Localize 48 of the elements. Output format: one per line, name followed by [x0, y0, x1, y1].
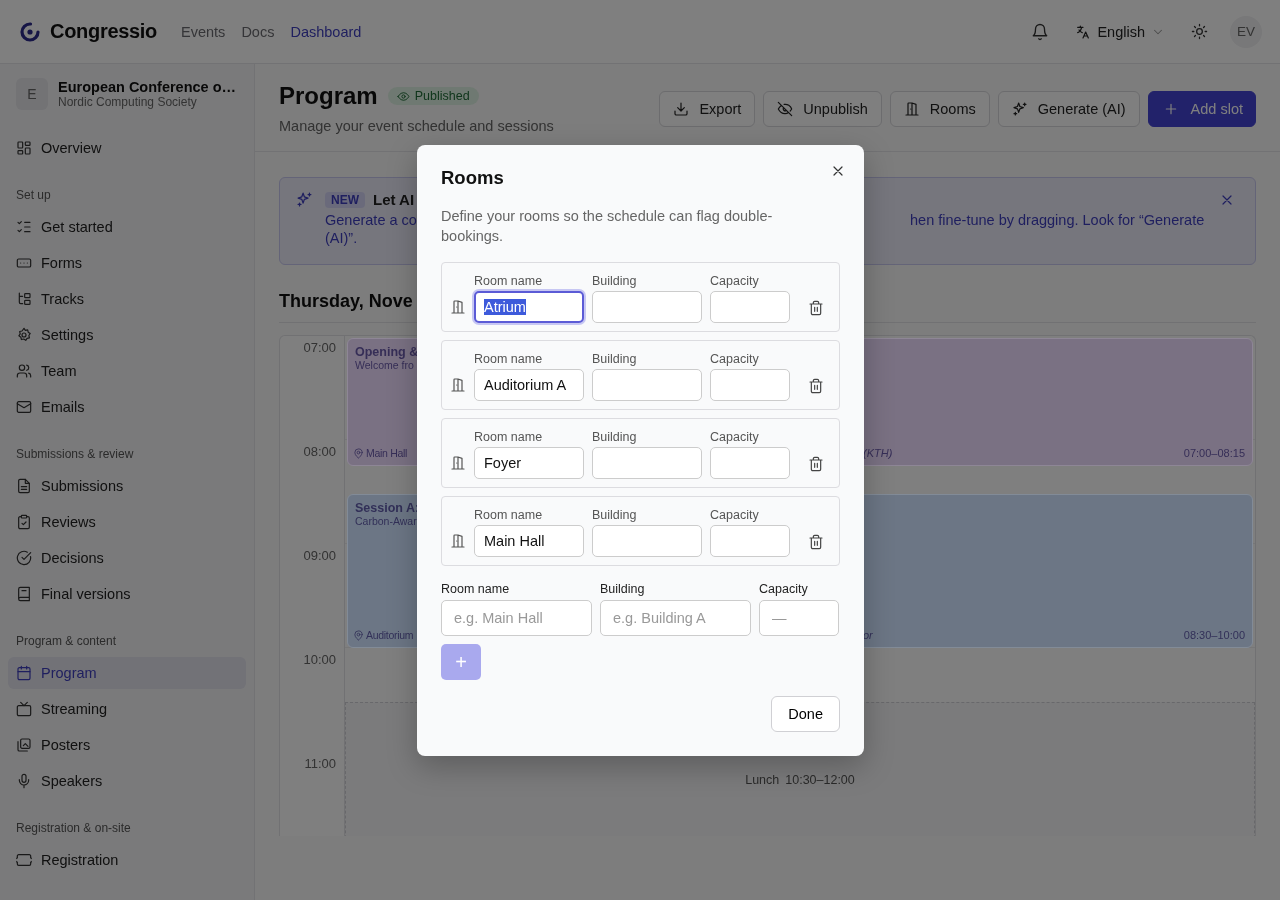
field-label: Room name [441, 582, 511, 596]
field-label: Capacity [710, 430, 760, 444]
field-label: Capacity [759, 582, 809, 596]
session-location: Main Hall [353, 447, 408, 459]
dialog-title: Rooms [441, 167, 505, 189]
field-label: Building [600, 582, 646, 596]
time-label: 11:00 [304, 756, 336, 771]
field-label: Room name [474, 508, 544, 522]
section-heading: Registration & on-site [15, 821, 132, 835]
section-heading: Submissions & review [15, 447, 135, 461]
new-badge: NEW [325, 191, 365, 208]
field-label: Capacity [710, 352, 760, 366]
break-time: 10:30–12:00 [785, 773, 855, 787]
org-avatar: E [16, 78, 48, 110]
status-badge: Published [387, 87, 479, 105]
banner-text: Generate a co [325, 212, 417, 228]
banner-text: hen fine-tune by dragging. Look for “Generate [910, 212, 1206, 228]
time-label: 08:00 [303, 444, 336, 459]
time-label: 07:00 [303, 340, 336, 355]
field-label: Building [592, 352, 638, 366]
field-label: Capacity [710, 274, 760, 288]
field-label: Building [592, 430, 638, 444]
field-label: Room name [474, 352, 544, 366]
field-label: Building [592, 274, 638, 288]
field-label: Room name [474, 430, 544, 444]
field-label: Capacity [710, 508, 760, 522]
session-title: Opening & [355, 345, 419, 359]
section-heading: Set up [15, 188, 52, 202]
time-label: 10:00 [303, 652, 336, 667]
banner-title: Let AI [373, 191, 415, 208]
event-name: European Conference o… [58, 79, 237, 95]
brand-name: Congressio [50, 20, 158, 43]
field-label: Building [592, 508, 638, 522]
section-heading: Program & content [15, 634, 118, 648]
session-time: 08:30–10:00 [1183, 629, 1245, 641]
session-subtitle: Carbon-Awar [355, 515, 417, 527]
page-subtitle: Manage your event schedule and sessions [279, 118, 554, 134]
banner-text: (AI)”. [325, 230, 358, 246]
session-subtitle: Welcome fro [355, 359, 414, 371]
dialog-description: Define your rooms so the schedule can flag double-bookings. [441, 207, 774, 246]
session-location: Auditorium [353, 629, 414, 641]
page-title: Program [279, 82, 378, 110]
organization-name: Nordic Computing Society [58, 95, 198, 109]
session-time: 07:00–08:15 [1183, 447, 1245, 459]
time-label: 09:00 [303, 548, 336, 563]
field-label: Room name [474, 274, 544, 288]
session-speaker: (KTH) [863, 447, 894, 459]
break-label: Lunch [745, 773, 780, 787]
